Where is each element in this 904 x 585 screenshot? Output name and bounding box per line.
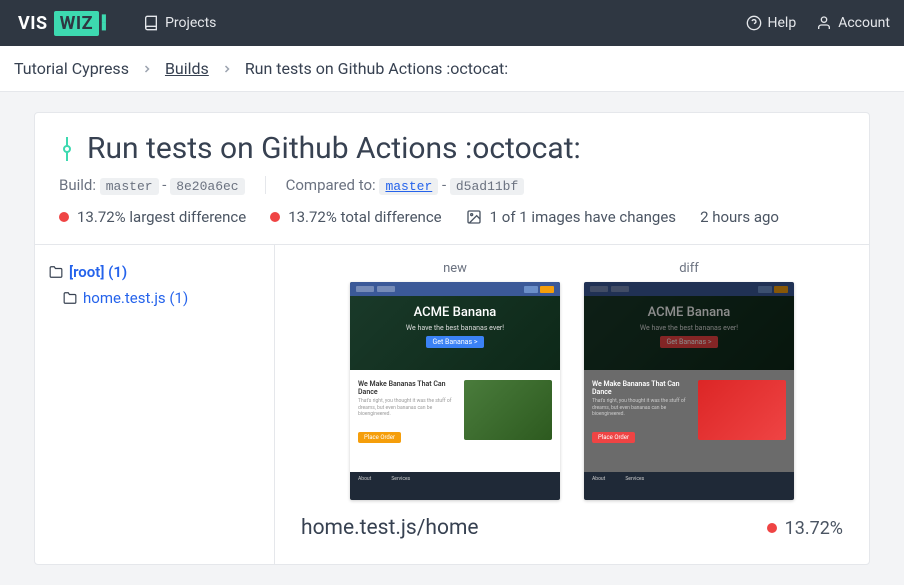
breadcrumb-project[interactable]: Tutorial Cypress (14, 59, 129, 78)
breadcrumb: Tutorial Cypress Builds Run tests on Git… (0, 46, 904, 92)
stat-time: 2 hours ago (700, 208, 779, 226)
status-dot-icon (270, 212, 280, 222)
page-title: Run tests on Github Actions :octocat: (87, 131, 581, 166)
nav-account-label: Account (838, 15, 890, 31)
comparison-panel: new diff ACME Banana We have the best ba… (275, 245, 869, 564)
status-dot-icon (59, 212, 69, 222)
tree-file[interactable]: home.test.js (1) (49, 285, 260, 311)
label-diff: diff (584, 257, 794, 280)
result-name: home.test.js/home (301, 516, 479, 540)
stat-images: 1 of 1 images have changes (466, 208, 676, 226)
nav-help-label: Help (768, 15, 797, 31)
user-icon (816, 15, 832, 31)
tree-root[interactable]: [root] (1) (49, 259, 260, 285)
book-icon (143, 15, 159, 31)
compared-branch[interactable]: master (379, 178, 438, 195)
help-icon (746, 15, 762, 31)
folder-icon (49, 265, 63, 279)
chevron-right-icon (221, 63, 233, 75)
compared-sha: d5ad11bf (450, 178, 524, 195)
build-sha: 8e20a6ec (170, 178, 244, 195)
status-dot-icon (767, 523, 777, 533)
thumbnail-new[interactable]: ACME Banana We have the best bananas eve… (350, 282, 560, 500)
thumbnail-diff[interactable]: ACME Banana We have the best bananas eve… (584, 282, 794, 500)
file-tree: [root] (1) home.test.js (1) (35, 245, 275, 564)
compared-meta: Compared to: master - d5ad11bf (286, 176, 525, 194)
stat-total: 13.72% total difference (270, 208, 441, 226)
build-header: Run tests on Github Actions :octocat: Bu… (35, 113, 869, 245)
main-card: Run tests on Github Actions :octocat: Bu… (34, 112, 870, 565)
breadcrumb-builds[interactable]: Builds (165, 59, 209, 78)
build-branch: master (100, 178, 159, 195)
breadcrumb-current: Run tests on Github Actions :octocat: (245, 59, 508, 78)
image-icon (466, 209, 482, 225)
nav-help[interactable]: Help (746, 15, 797, 31)
nav-projects[interactable]: Projects (143, 15, 216, 31)
folder-icon (63, 291, 77, 305)
stat-largest: 13.72% largest difference (59, 208, 246, 226)
nav-projects-label: Projects (165, 15, 216, 31)
result-pct: 13.72% (767, 518, 843, 539)
build-meta: Build: master - 8e20a6ec (59, 176, 245, 194)
commit-icon (59, 137, 75, 161)
topbar: VISWIZ▮▮ Projects Help Account (0, 0, 904, 46)
logo[interactable]: VISWIZ▮▮ (14, 11, 107, 36)
chevron-right-icon (141, 63, 153, 75)
label-new: new (350, 257, 560, 280)
nav-account[interactable]: Account (816, 15, 890, 31)
